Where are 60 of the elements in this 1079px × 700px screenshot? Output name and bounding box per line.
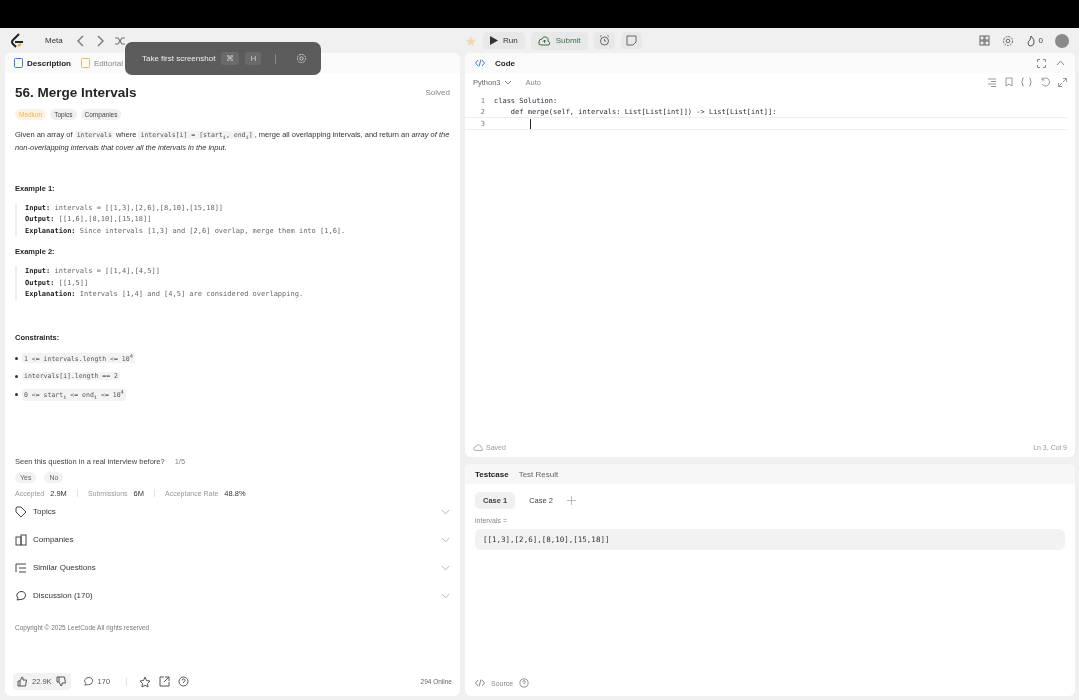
- bookmark-icon[interactable]: [1005, 77, 1013, 87]
- cloud-icon: [473, 444, 483, 451]
- cloud-upload-icon: [537, 35, 551, 46]
- note-icon: [625, 35, 637, 46]
- tag-icon: [15, 505, 27, 518]
- collapsible-section[interactable]: Topics: [15, 497, 450, 526]
- settings-icon[interactable]: [1001, 34, 1014, 47]
- panel-title: Code: [495, 58, 515, 68]
- collapsible-section[interactable]: Discussion (170): [15, 581, 450, 610]
- layout-icon[interactable]: [978, 35, 990, 46]
- chevron-icon: [441, 564, 450, 571]
- building-icon: [15, 533, 27, 546]
- fullscreen-icon[interactable]: [1037, 58, 1046, 68]
- star-icon[interactable]: [465, 34, 477, 47]
- thumbs-up-icon: [17, 676, 28, 687]
- panel-tab[interactable]: Test Result: [518, 469, 559, 479]
- panel-tab[interactable]: Editorial: [81, 58, 123, 68]
- list-icon: [15, 561, 27, 574]
- alarm-clock-button[interactable]: [593, 32, 615, 49]
- chevron-icon: [503, 79, 512, 85]
- reset-icon[interactable]: [1040, 77, 1050, 87]
- chevron-icon: [441, 536, 450, 543]
- document-icon: [81, 58, 90, 68]
- shortcut-key: H: [245, 52, 262, 65]
- shortcut-key: ⌘: [221, 52, 240, 65]
- alarm-clock-icon: [598, 35, 610, 46]
- star-icon[interactable]: [139, 675, 152, 688]
- collapse-icon[interactable]: [1056, 60, 1065, 66]
- solved-status: Solved: [425, 88, 450, 97]
- logo-icon[interactable]: [10, 32, 24, 49]
- note-button[interactable]: [620, 32, 642, 49]
- add-icon[interactable]: [566, 496, 576, 505]
- play-icon: [490, 36, 498, 45]
- streak-counter[interactable]: 0: [1025, 34, 1043, 47]
- company-list-button[interactable]: Meta: [33, 36, 67, 45]
- document-icon: [14, 58, 23, 68]
- code-icon: [475, 679, 485, 687]
- panel-tab[interactable]: Testcase: [475, 469, 509, 479]
- thumbs-down-icon[interactable]: [55, 676, 67, 687]
- code-icon: [475, 59, 485, 67]
- collapsible-section[interactable]: Similar Questions: [15, 553, 450, 582]
- speech-bubble-icon: [82, 676, 94, 687]
- help-icon[interactable]: [178, 676, 190, 687]
- submit-button[interactable]: Submit: [530, 31, 588, 50]
- avatar[interactable]: [1055, 33, 1069, 48]
- expand-icon[interactable]: [1058, 77, 1067, 87]
- chevron-icon: [441, 508, 450, 515]
- share-icon[interactable]: [159, 676, 171, 687]
- run-button[interactable]: Run: [483, 32, 525, 49]
- toolbar-label: Take first screenshot: [142, 54, 216, 63]
- braces-icon[interactable]: [1021, 77, 1032, 87]
- format-icon[interactable]: [987, 77, 997, 87]
- speech-bubble-icon: [15, 589, 27, 602]
- panel-tab[interactable]: Description: [14, 58, 71, 68]
- help-icon[interactable]: [519, 678, 530, 688]
- shuffle-icon[interactable]: [113, 34, 126, 47]
- collapsible-section[interactable]: Companies: [15, 525, 450, 554]
- previous-icon[interactable]: [75, 34, 86, 47]
- problem-title: 56. Merge Intervals: [15, 85, 137, 100]
- chevron-icon: [441, 592, 450, 599]
